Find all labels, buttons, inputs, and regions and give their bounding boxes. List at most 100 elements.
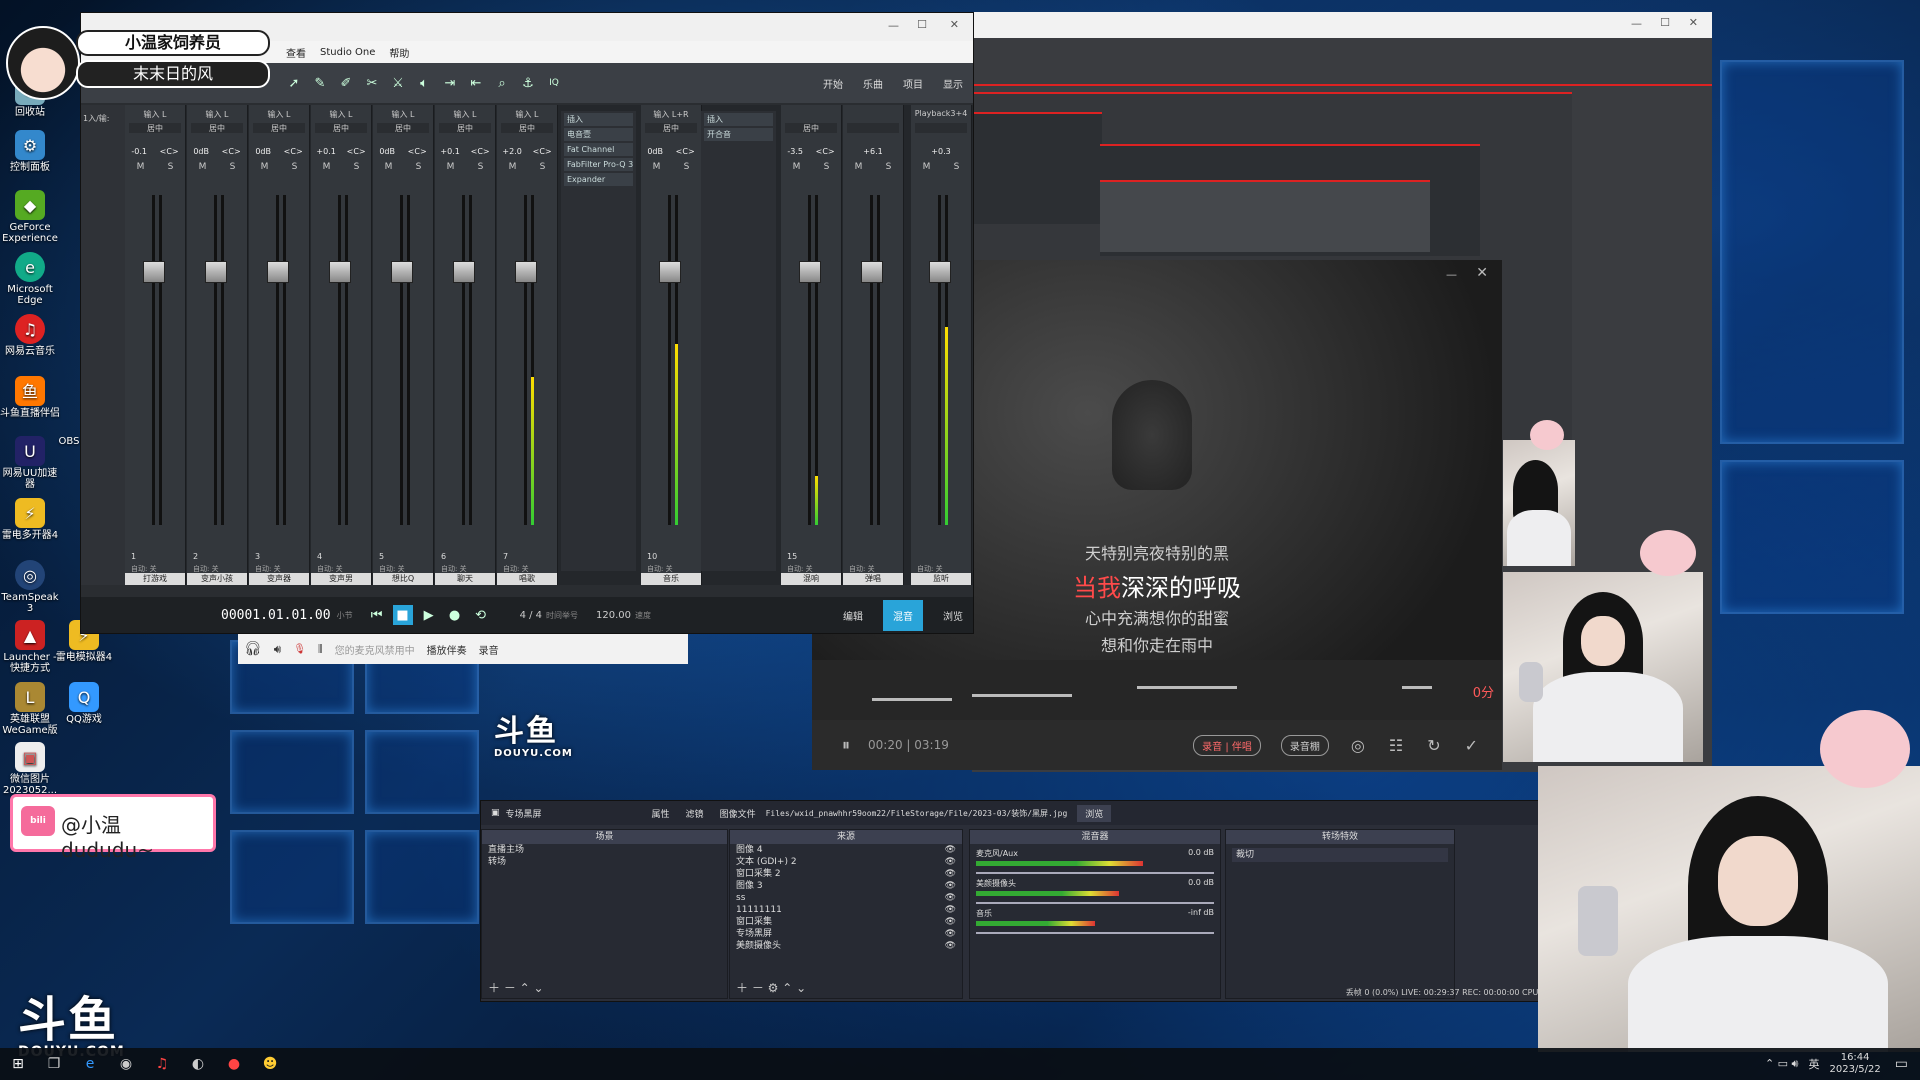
netease-music-icon[interactable]: ♫ [150, 1052, 174, 1076]
loop-icon[interactable]: ↻ [1427, 736, 1440, 755]
edge-icon[interactable]: e [78, 1052, 102, 1076]
menu-view[interactable]: 查看 [286, 45, 306, 60]
desktop-icon-image[interactable]: ▣ 微信图片 2023052... [0, 742, 60, 796]
studio-button[interactable]: 录音棚 [1280, 734, 1329, 756]
fader-track[interactable] [870, 195, 873, 525]
fader-knob[interactable] [659, 261, 681, 283]
eye-icon[interactable]: 👁︎ [945, 940, 956, 952]
mute-button[interactable]: M [261, 162, 269, 172]
fader-knob[interactable] [799, 261, 821, 283]
eye-icon[interactable]: 👁︎ [945, 916, 956, 928]
play-icon[interactable]: ▶ [419, 605, 439, 625]
solo-button[interactable]: S [168, 162, 174, 172]
channel-pan-value[interactable]: <C> [676, 147, 695, 156]
desktop-icon-edge[interactable]: e Microsoft Edge [0, 252, 60, 306]
start-button[interactable]: 开始 [823, 76, 843, 91]
fader-track[interactable] [524, 195, 527, 525]
channel-volume[interactable]: +0.1 [440, 147, 459, 156]
source-item[interactable]: 图像 4 👁︎ [730, 844, 962, 856]
mix-view-button[interactable]: 混音 [883, 599, 923, 631]
listen-tool-icon[interactable]: ⇤ [466, 73, 486, 93]
menu-help[interactable]: 帮助 [389, 45, 409, 60]
fader-knob[interactable] [205, 261, 227, 283]
desktop-icon-launcher[interactable]: ▲ Launcher - 快捷方式 [0, 620, 60, 674]
song-button[interactable]: 乐曲 [863, 76, 883, 91]
owl-app-icon[interactable]: ☻ [258, 1052, 282, 1076]
fader-track[interactable] [668, 195, 671, 525]
eye-icon[interactable]: 👁︎ [945, 904, 956, 916]
channel-strip[interactable]: 居中 -3.5 <C> M S 15 自动: 关混响 [781, 105, 842, 585]
channel-strip[interactable]: 输入 L 居中 -0.1 <C> M S 1 自动: 关打游戏 [125, 105, 186, 585]
channel-strip[interactable]: Playback3+4 +0.3 M S 自动: 关监听 [911, 105, 972, 585]
menu-studio-one[interactable]: Studio One [320, 47, 375, 58]
channel-name[interactable]: 聊天 [435, 573, 495, 585]
stop-icon[interactable]: ■ [392, 605, 413, 625]
properties-button[interactable]: 属性 [652, 807, 670, 820]
transition-select[interactable]: 裁切 [1232, 848, 1448, 862]
fx-slot-rack-a[interactable]: 插入 电音壹 Fat Channel FabFilter Pro-Q 3 Exp… [561, 111, 636, 571]
headphones-icon[interactable]: 🎧︎ [244, 641, 262, 657]
eye-icon[interactable]: 👁︎ [945, 856, 956, 868]
douyu-icon[interactable]: ● [222, 1052, 246, 1076]
tempo[interactable]: 120.00 [596, 610, 631, 621]
fx-slot[interactable]: FabFilter Pro-Q 3 [564, 158, 633, 171]
channel-pan-value[interactable]: <C> [816, 147, 835, 156]
channel-pan-value[interactable]: <C> [347, 147, 366, 156]
channel-pan[interactable]: 居中 [439, 123, 491, 133]
brush-tool-icon[interactable]: ✐ [336, 73, 356, 93]
fx-slot[interactable]: Expander [564, 173, 633, 186]
minimize-icon[interactable]: — [1446, 268, 1457, 281]
channel-pan[interactable]: 居中 [315, 123, 367, 133]
filters-button[interactable]: 滤镜 [686, 807, 704, 820]
minimize-icon[interactable]: — [888, 19, 899, 32]
channel-volume[interactable]: -3.5 [787, 147, 803, 156]
channel-input[interactable]: 输入 L [373, 109, 433, 121]
channel-volume[interactable]: +2.0 [502, 147, 521, 156]
record-button[interactable]: 录音 [479, 642, 499, 657]
fx-slot[interactable]: 电音壹 [564, 128, 633, 141]
channel-input[interactable]: 输入 L+R [641, 109, 701, 121]
mute-button[interactable]: M [855, 162, 863, 172]
fx-slot[interactable]: 插入 [704, 113, 773, 126]
channel-volume[interactable]: +0.1 [316, 147, 335, 156]
task-view-icon[interactable]: ❐ [42, 1052, 66, 1076]
source-item[interactable]: 11111111 👁︎ [730, 904, 962, 916]
fader-knob[interactable] [329, 261, 351, 283]
notification-icon[interactable]: ▭ [1895, 1056, 1908, 1072]
tray-icons[interactable]: ⌃ ▭ 🔊︎ [1765, 1057, 1799, 1071]
split-tool-icon[interactable]: ⚔ [388, 73, 408, 93]
obs-icon[interactable]: ◉ [114, 1052, 138, 1076]
fader-knob[interactable] [143, 261, 165, 283]
close-icon[interactable]: ✕ [1476, 265, 1488, 281]
channel-input[interactable]: 输入 L [311, 109, 371, 121]
fader-knob[interactable] [515, 261, 537, 283]
source-item[interactable]: 窗口采集 👁︎ [730, 916, 962, 928]
fader-track[interactable] [462, 195, 465, 525]
fader-track[interactable] [938, 195, 941, 525]
channel-strip[interactable]: 输入 L 居中 0dB <C> M S 3 自动: 关变声器 [249, 105, 310, 585]
desktop-icon-geforce[interactable]: ◆ GeForce Experience [0, 190, 60, 244]
edit-view-button[interactable]: 编辑 [843, 608, 863, 623]
eye-icon[interactable]: 👁︎ [945, 892, 956, 904]
channel-pan[interactable]: 居中 [645, 123, 697, 133]
arrow-tool-icon[interactable]: ➚ [284, 73, 304, 93]
fader-knob[interactable] [861, 261, 883, 283]
fader-track[interactable] [214, 195, 217, 525]
solo-button[interactable]: S [824, 162, 830, 172]
fader-knob[interactable] [267, 261, 289, 283]
fader-track[interactable] [808, 195, 811, 525]
channel-volume[interactable]: 0dB [255, 147, 271, 156]
channel-name[interactable]: 混响 [781, 573, 841, 585]
desktop-icon-control-panel[interactable]: ⚙ 控制面板 [0, 130, 60, 173]
channel-name[interactable]: 变声器 [249, 573, 309, 585]
source-item[interactable]: 窗口采集 2 👁︎ [730, 868, 962, 880]
solo-button[interactable]: S [416, 162, 422, 172]
volume-slider[interactable] [976, 932, 1214, 934]
solo-button[interactable]: S [292, 162, 298, 172]
project-button[interactable]: 项目 [903, 76, 923, 91]
close-icon[interactable]: ✕ [1689, 16, 1698, 29]
mute-button[interactable]: M [447, 162, 455, 172]
desktop-icon-douyu[interactable]: 鱼斗鱼直播伴侣 [0, 376, 60, 419]
check-icon[interactable]: ✓ [1465, 736, 1478, 755]
source-item[interactable]: 美颜摄像头 👁︎ [730, 940, 962, 952]
